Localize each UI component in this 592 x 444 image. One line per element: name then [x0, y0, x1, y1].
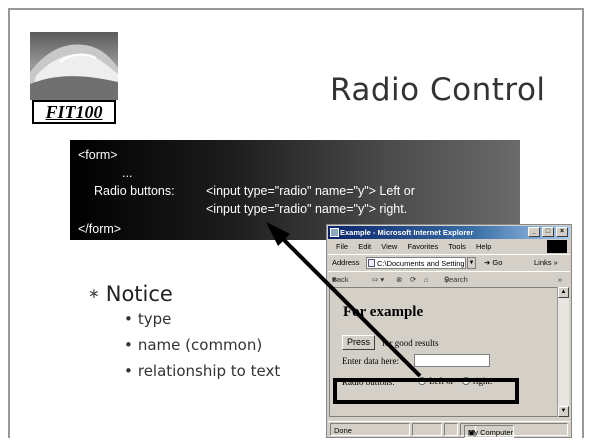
menu-edit[interactable]: Edit — [358, 240, 371, 253]
slide: FIT100 Radio Control <form> ... Radio bu… — [0, 0, 592, 444]
code-form-close: </form> — [78, 222, 122, 236]
toolbar-more-icon[interactable]: » — [558, 272, 562, 287]
slide-title: Radio Control — [330, 72, 546, 108]
bullet-notice-text: Notice — [105, 282, 173, 306]
page-heading: For example — [343, 304, 424, 320]
search-label: Search — [444, 275, 468, 284]
home-icon[interactable]: ⌂ — [424, 272, 429, 287]
scroll-up-icon[interactable]: ▲ — [558, 287, 569, 298]
bullet-item-text: relationship to text — [137, 362, 281, 380]
menu-help[interactable]: Help — [476, 240, 491, 253]
maximize-icon[interactable]: □ — [542, 227, 554, 237]
close-icon[interactable]: × — [556, 227, 568, 237]
code-input-left: <input type="radio" name="y"> Left or — [206, 184, 415, 198]
fit100-logo: FIT100 — [30, 32, 118, 124]
code-input-right: <input type="radio" name="y"> right. — [206, 202, 408, 216]
forward-icon[interactable]: ⇨ ▾ — [372, 272, 384, 287]
ie-app-icon — [330, 228, 339, 237]
address-value: C:\Documents and Setting — [377, 259, 465, 268]
ie-address-bar: Address C:\Documents and Setting ▼ ➜ Go … — [328, 254, 570, 270]
status-done: Done — [330, 423, 410, 436]
ie-window: Example - Microsoft Internet Explorer _ … — [326, 224, 572, 438]
menu-view[interactable]: View — [381, 240, 397, 253]
ie-title-text: Example - Microsoft Internet Explorer — [340, 228, 474, 237]
press-button[interactable]: Press — [342, 335, 376, 350]
enter-data-label: Enter data here: — [342, 356, 399, 366]
back-label: Back — [332, 275, 349, 284]
address-label: Address — [332, 258, 360, 267]
bullet-item-text: type — [137, 310, 172, 328]
code-ellipsis: ... — [122, 166, 133, 180]
chevron-down-icon[interactable]: ▼ — [467, 257, 476, 269]
ie-menu-bar: File Edit View Favorites Tools Help — [328, 240, 570, 253]
go-label: Go — [492, 258, 503, 267]
bullet-item: • name (common) — [124, 336, 263, 354]
ie-status-bar: Done ▣ My Computer — [328, 421, 570, 438]
address-input[interactable]: C:\Documents and Setting — [366, 257, 466, 269]
stop-icon[interactable]: ⊗ — [396, 272, 402, 287]
wave-logo-icon — [30, 32, 118, 100]
radio-highlight-box — [333, 378, 519, 404]
refresh-icon[interactable]: ⟳ — [410, 272, 416, 287]
status-pane — [444, 423, 458, 436]
bullet-item-text: name (common) — [137, 336, 263, 354]
logo-text: FIT100 — [32, 100, 116, 124]
back-button[interactable]: ⇦ Back ▾ — [332, 272, 349, 287]
status-zone: ▣ My Computer — [460, 423, 568, 438]
bullet-item: • type — [124, 310, 172, 328]
press-text: for good results — [382, 338, 439, 348]
links-button[interactable]: Links » — [534, 255, 558, 271]
code-form-open: <form> — [78, 148, 118, 162]
enter-data-input[interactable] — [414, 354, 490, 367]
ie-nav-toolbar: ⇦ Back ▾ ⇨ ▾ ⊗ ⟳ ⌂ ⚲ Search » — [328, 271, 570, 286]
go-button[interactable]: ➜ Go — [484, 255, 502, 271]
menu-favorites[interactable]: Favorites — [407, 240, 438, 253]
ie-title-bar[interactable]: Example - Microsoft Internet Explorer _ … — [328, 226, 570, 239]
links-label: Links — [534, 258, 552, 267]
status-zone-text: My Computer — [464, 425, 515, 438]
bullet-star-icon: ∗ — [88, 286, 100, 302]
ie-scrollbar[interactable]: ▲ ▼ — [557, 287, 569, 417]
minimize-icon[interactable]: _ — [528, 227, 540, 237]
bullet-notice: ∗ Notice — [88, 282, 173, 306]
menu-file[interactable]: File — [336, 240, 348, 253]
scroll-down-icon[interactable]: ▼ — [558, 406, 569, 417]
menu-tools[interactable]: Tools — [448, 240, 466, 253]
ie-throbber-icon — [547, 240, 567, 253]
page-icon — [368, 259, 375, 267]
status-pane — [412, 423, 442, 436]
code-radio-label: Radio buttons: — [94, 184, 175, 198]
bullet-item: • relationship to text — [124, 362, 281, 380]
